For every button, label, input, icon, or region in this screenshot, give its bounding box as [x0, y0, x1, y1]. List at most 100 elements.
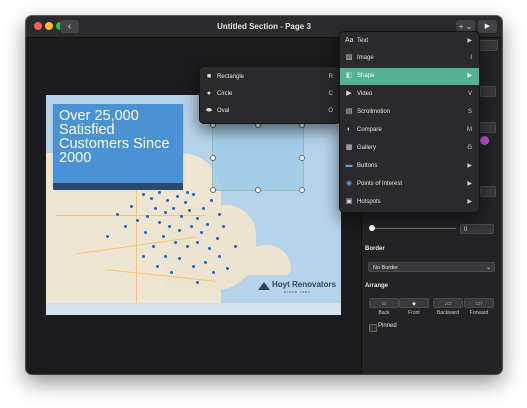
menu-item-points-of-interest[interactable]: ◉ Points of Interest ▶: [340, 176, 479, 193]
menu-item-label: Circle: [217, 91, 233, 97]
customer-marker: [156, 265, 159, 268]
customer-marker: [158, 191, 161, 194]
customer-marker: [158, 221, 161, 224]
menu-item-label: Buttons: [357, 163, 378, 169]
resize-handle[interactable]: [210, 155, 216, 161]
fill-color-swatch[interactable]: [480, 136, 489, 145]
send-to-back-icon: ▭: [381, 301, 387, 307]
menu-item-gallery[interactable]: ▦ Gallery G: [340, 140, 479, 157]
corner-radius-slider[interactable]: [369, 228, 456, 229]
border-select[interactable]: No Border ⌄: [368, 262, 495, 272]
gallery-icon: ▦: [345, 144, 353, 151]
customer-marker: [178, 229, 181, 232]
shortcut-key: R: [328, 74, 333, 80]
customer-marker: [196, 281, 199, 284]
selected-rectangle-shape[interactable]: [212, 124, 304, 191]
customer-marker: [150, 197, 153, 200]
shape-submenu: ■ Rectangle R ● Circle C ⬬ Oval O: [199, 66, 341, 124]
menu-item-text[interactable]: Aa Text ▶: [340, 33, 479, 50]
customer-marker: [170, 271, 173, 274]
resize-handle[interactable]: [299, 155, 305, 161]
arrange-forward-button[interactable]: ▭↑: [464, 298, 494, 308]
logo-mark-icon: [258, 282, 270, 290]
shortcut-key: G: [467, 145, 472, 151]
resize-handle[interactable]: [210, 187, 216, 193]
chevron-down-icon: ⌄: [485, 265, 491, 271]
customer-marker: [196, 241, 199, 244]
customer-marker: [208, 247, 211, 250]
customer-marker: [210, 199, 213, 202]
send-backward-icon: ↓▭: [444, 301, 452, 307]
arrange-front-label: Front: [408, 310, 420, 316]
corner-radius-slider-knob[interactable]: [369, 225, 375, 231]
logo-tagline: SINCE 1987: [284, 290, 311, 294]
customer-marker: [222, 225, 225, 228]
corner-radius-input[interactable]: 0: [460, 224, 494, 234]
customer-marker: [184, 201, 187, 204]
arrange-front-button[interactable]: ◆: [399, 298, 429, 308]
menu-item-label: Compare: [357, 127, 382, 133]
customer-marker: [190, 225, 193, 228]
menu-item-circle[interactable]: ● Circle C: [200, 86, 340, 103]
customer-marker: [202, 207, 205, 210]
menu-item-video[interactable]: ▶ Video V: [340, 86, 479, 103]
menu-item-rectangle[interactable]: ■ Rectangle R: [200, 69, 340, 86]
shortcut-key: V: [467, 91, 472, 97]
buttons-icon: ▬: [345, 162, 353, 169]
menu-item-label: Video: [357, 91, 373, 97]
submenu-arrow-icon: ▶: [467, 163, 472, 169]
arrange-label: Arrange: [365, 283, 389, 289]
inspector-dropdown[interactable]: [480, 86, 496, 97]
menu-item-scrollmotion[interactable]: ▤ Scrollmotion S: [340, 104, 479, 121]
customer-marker: [142, 193, 145, 196]
customer-marker: [200, 231, 203, 234]
customer-marker: [218, 255, 221, 258]
menu-item-hotspots[interactable]: ▣ Hotspots ▶: [340, 194, 479, 211]
customer-marker: [174, 241, 177, 244]
customer-marker: [172, 207, 175, 210]
customer-marker: [192, 193, 195, 196]
circle-icon: ●: [206, 90, 212, 97]
arrange-back-label: Back: [378, 310, 390, 316]
menu-item-label: Rectangle: [217, 74, 245, 80]
arrange-backward-button[interactable]: ↓▭: [433, 298, 463, 308]
customer-marker: [164, 211, 167, 214]
customer-marker: [192, 265, 195, 268]
menu-item-buttons[interactable]: ▬ Buttons ▶: [340, 158, 479, 175]
pinned-checkbox[interactable]: [369, 324, 377, 332]
arrange-backward-label: Backward: [437, 310, 459, 316]
menu-item-shape[interactable]: ◧ Shape ▶: [340, 68, 479, 85]
border-select-value: No Border: [373, 265, 399, 271]
customer-marker: [164, 255, 167, 258]
preview-button[interactable]: ▶: [478, 20, 497, 33]
customer-marker: [186, 191, 189, 194]
menu-item-label: Image: [357, 55, 374, 61]
submenu-arrow-icon: ▶: [467, 38, 472, 44]
shape-icon: ◧: [345, 72, 353, 79]
menu-item-oval[interactable]: ⬬ Oval O: [200, 103, 340, 120]
slide-headline[interactable]: Over 25,000 Satisfied Customers Since 20…: [59, 109, 179, 166]
customer-marker: [124, 225, 127, 228]
shortcut-key: M: [467, 127, 472, 133]
customer-marker: [146, 215, 149, 218]
arrange-back-button[interactable]: ▭: [369, 298, 399, 308]
menu-item-label: Text: [357, 38, 369, 44]
menu-item-compare[interactable]: ◐ Compare M: [340, 122, 479, 139]
resize-handle[interactable]: [299, 187, 305, 193]
scrollmotion-icon: ▤: [345, 108, 353, 115]
resize-handle[interactable]: [255, 187, 261, 193]
shortcut-key: C: [328, 91, 333, 97]
menu-item-label: Points of Interest: [357, 181, 403, 187]
text-icon: Aa: [345, 37, 354, 44]
video-icon: ▶: [346, 90, 352, 97]
customer-marker: [204, 261, 207, 264]
customer-marker: [206, 223, 209, 226]
customer-marker: [162, 235, 165, 238]
inspector-field[interactable]: [480, 186, 496, 197]
customer-marker: [176, 195, 179, 198]
bring-forward-icon: ▭↑: [475, 301, 483, 307]
menu-item-label: Scrollmotion: [357, 109, 391, 115]
submenu-arrow-icon: ▶: [467, 199, 472, 205]
customer-marker: [106, 235, 109, 238]
menu-item-image[interactable]: ▨ Image I: [340, 50, 479, 67]
